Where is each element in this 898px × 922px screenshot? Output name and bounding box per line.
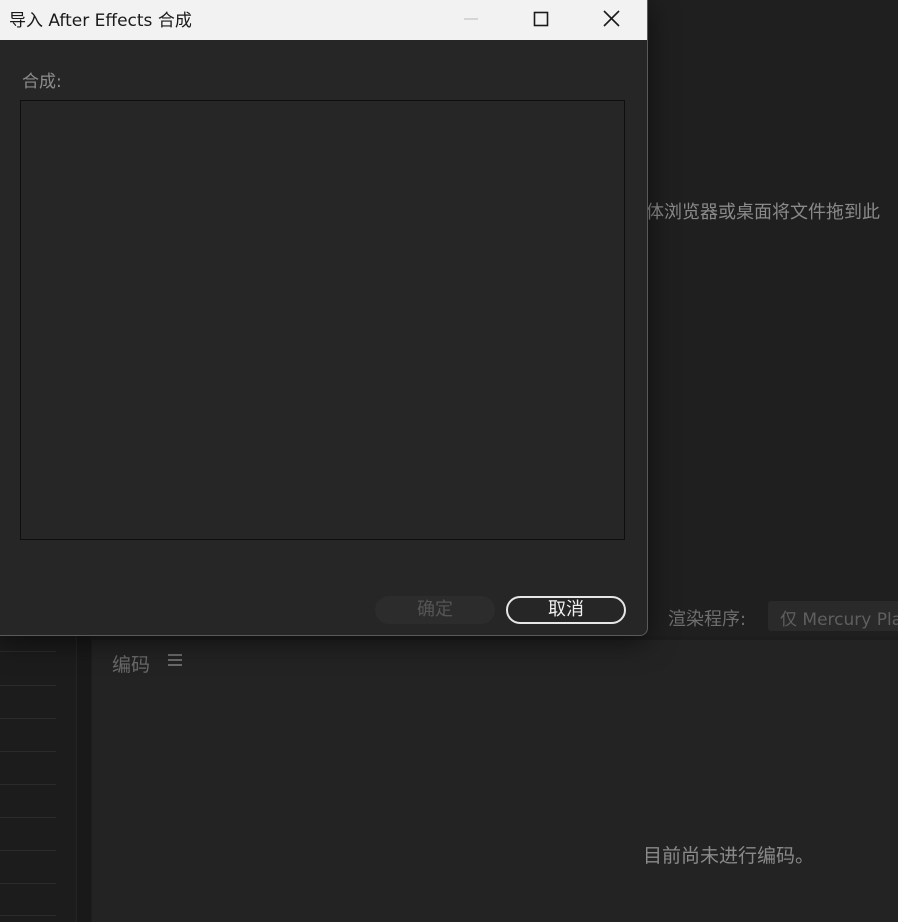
dialog-title: 导入 After Effects 合成 [9, 11, 192, 31]
panel-row-divider [0, 850, 56, 851]
panel-row-divider [0, 718, 56, 719]
panel-row-divider [0, 751, 56, 752]
cancel-button[interactable]: 取消 [506, 596, 626, 624]
composition-label: 合成: [22, 72, 62, 92]
left-panel [0, 636, 76, 922]
minimize-icon [464, 18, 478, 20]
panel-row-divider [0, 784, 56, 785]
renderer-label: 渲染程序: [668, 609, 747, 630]
encode-panel-title[interactable]: 编码 [112, 650, 150, 677]
panel-row-divider [0, 685, 56, 686]
composition-list[interactable] [20, 100, 625, 540]
panel-row-divider [0, 883, 56, 884]
maximize-button[interactable] [506, 0, 576, 40]
ok-button[interactable]: 确定 [375, 596, 495, 624]
dialog-titlebar[interactable]: 导入 After Effects 合成 [0, 0, 647, 40]
hamburger-menu-icon[interactable] [168, 654, 182, 668]
panel-row-divider [0, 915, 56, 916]
drop-files-hint: 体浏览器或桌面将文件拖到此 [646, 202, 880, 223]
encode-empty-message: 目前尚未进行编码。 [643, 845, 815, 867]
panel-row-divider [0, 651, 56, 652]
renderer-select[interactable]: 仅 Mercury Playback Engine 软件 [768, 601, 898, 631]
encode-panel [92, 640, 898, 922]
minimize-button[interactable] [436, 0, 506, 40]
maximize-icon [533, 11, 549, 27]
close-button[interactable] [576, 0, 646, 40]
close-icon [603, 10, 620, 27]
panel-row-divider [0, 817, 56, 818]
import-ae-composition-dialog: 导入 After Effects 合成 合成: 确定 取消 [0, 0, 648, 636]
panel-splitter[interactable] [76, 636, 91, 922]
screen: 体浏览器或桌面将文件拖到此 渲染程序: 仅 Mercury Playback E… [0, 0, 898, 922]
